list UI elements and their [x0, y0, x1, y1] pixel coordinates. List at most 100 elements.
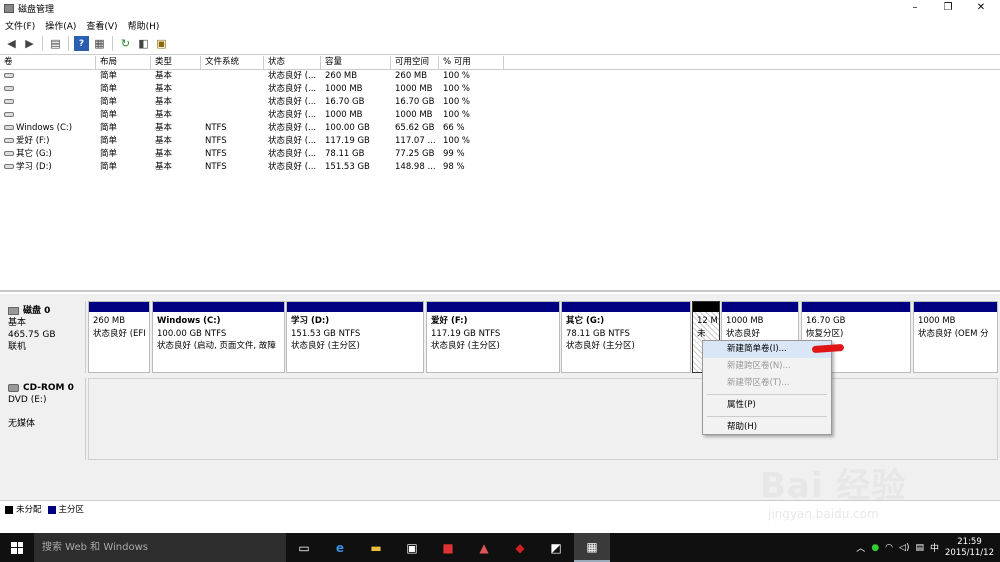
app-red-icon[interactable]: ■ — [430, 533, 466, 562]
column-filesystem[interactable]: 文件系统 — [201, 56, 264, 69]
partition-block[interactable]: 其它 (G:) 78.11 GB NTFS 状态良好 (主分区) — [561, 301, 691, 373]
table-row[interactable]: 简单 基本 状态良好 (... 16.70 GB 16.70 GB 100 % — [0, 96, 1000, 109]
photos-icon[interactable]: ◩ — [538, 533, 574, 562]
column-layout[interactable]: 布局 — [96, 56, 151, 69]
ime-indicator[interactable]: 中 — [930, 541, 939, 554]
cdrom-media-area[interactable] — [88, 378, 998, 460]
settings-icon[interactable]: ▣ — [154, 36, 169, 51]
table-cell: 简单 — [100, 136, 118, 146]
partition-block[interactable]: 1000 MB 状态良好 (OEM 分 — [913, 301, 998, 373]
disk-0-label[interactable]: 磁盘 0 基本 465.75 GB 联机 — [2, 301, 86, 373]
minimize-button[interactable]: – — [898, 0, 932, 17]
wifi-icon[interactable]: ◠ — [885, 543, 893, 553]
partition-size: 78.11 GB NTFS — [566, 328, 630, 339]
menu-file[interactable]: 文件(F) — [0, 19, 40, 32]
edge-icon[interactable]: e — [322, 533, 358, 562]
console-tree-icon[interactable]: ▤ — [48, 36, 63, 51]
table-row[interactable]: 其它 (G:) 简单 基本 NTFS 状态良好 (... 78.11 GB 77.25 GB… — [0, 148, 1000, 161]
table-cell: 98 % — [443, 162, 465, 172]
column-capacity[interactable]: 容量 — [321, 56, 391, 69]
cdrom-0-label[interactable]: CD-ROM 0 DVD (E:) 无媒体 — [2, 378, 86, 460]
column-status[interactable]: 状态 — [264, 56, 321, 69]
start-button[interactable] — [0, 533, 34, 562]
column-volume[interactable]: 卷 — [0, 56, 96, 69]
table-cell — [201, 96, 264, 109]
table-row[interactable]: 简单 基本 状态良好 (... 1000 MB 1000 MB 100 % — [0, 83, 1000, 96]
windows-logo-icon — [11, 541, 23, 554]
toolbar-divider — [42, 36, 43, 51]
refresh-icon[interactable]: ↻ — [118, 36, 133, 51]
partition-size: 117.19 GB NTFS — [431, 328, 501, 339]
hard-disk-icon — [8, 306, 19, 315]
notification-icon[interactable]: ▤ — [915, 543, 924, 553]
store-icon[interactable]: ▣ — [394, 533, 430, 562]
partition-size: 151.53 GB NTFS — [291, 328, 361, 339]
volume-icon — [4, 112, 14, 117]
volume-icon — [4, 99, 14, 104]
back-icon[interactable]: ◀ — [4, 36, 19, 51]
menu-action[interactable]: 操作(A) — [40, 19, 81, 32]
table-cell: 简单 — [100, 162, 118, 172]
clock[interactable]: 21:59 2015/11/12 — [945, 537, 994, 559]
table-row[interactable]: 简单 基本 状态良好 (... 260 MB 260 MB 100 % — [0, 70, 1000, 83]
app-pdf-icon[interactable]: ▲ — [466, 533, 502, 562]
table-cell: 100.00 GB — [325, 123, 370, 133]
partition-bar — [914, 302, 997, 312]
table-row[interactable]: 简单 基本 状态良好 (... 1000 MB 1000 MB 100 % — [0, 109, 1000, 122]
menu-view[interactable]: 查看(V) — [81, 19, 122, 32]
table-cell: 状态良好 (... — [268, 162, 317, 172]
menu-help[interactable]: 帮助(H) — [123, 19, 165, 32]
column-type[interactable]: 类型 — [151, 56, 201, 69]
maximize-button[interactable]: ❐ — [931, 0, 965, 17]
new-striped-volume-item[interactable]: 新建带区卷(T)... — [703, 375, 831, 392]
table-cell: Windows (C:) — [0, 122, 96, 135]
volume-icon[interactable]: ◁) — [899, 543, 909, 553]
table-cell — [201, 70, 264, 83]
table-cell: NTFS — [205, 162, 227, 172]
properties-item[interactable]: 属性(P) — [703, 397, 831, 414]
chevron-up-icon[interactable]: ︿ — [856, 541, 865, 554]
disk-management-task-icon[interactable]: ▦ — [574, 533, 610, 562]
table-row[interactable]: 学习 (D:) 简单 基本 NTFS 状态良好 (... 151.53 GB 148.98 … — [0, 161, 1000, 174]
table-cell: 1000 MB — [325, 84, 363, 94]
file-explorer-icon[interactable]: ▬ — [358, 533, 394, 562]
table-cell: 78.11 GB — [325, 149, 365, 159]
table-cell: 简单 — [100, 123, 118, 133]
mcafee-icon[interactable]: ◆ — [502, 533, 538, 562]
partition-bar — [562, 302, 690, 312]
partition-block[interactable]: 爱好 (F:) 117.19 GB NTFS 状态良好 (主分区) — [426, 301, 560, 373]
table-cell: 基本 — [155, 162, 173, 172]
table-cell: 66 % — [443, 123, 465, 133]
volume-icon — [4, 125, 14, 130]
table-cell: 简单 — [100, 71, 118, 81]
cdrom-name: CD-ROM 0 — [23, 383, 74, 393]
taskbar: 搜索 Web 和 Windows ▭ e ▬ ▣ ■ ▲ ◆ ◩ ▦ ︿ ● ◠… — [0, 533, 1000, 562]
table-cell: 学习 (D:) — [0, 161, 96, 174]
column-free-space[interactable]: 可用空间 — [391, 56, 439, 69]
task-view-icon[interactable]: ▭ — [286, 533, 322, 562]
table-cell: 100 % — [443, 97, 471, 107]
table-row[interactable]: Windows (C:) 简单 基本 NTFS 状态良好 (... 100.00 GB 65… — [0, 122, 1000, 135]
partition-bar — [427, 302, 559, 312]
volume-icon — [4, 164, 14, 169]
partition-block[interactable]: 260 MB 状态良好 (EFI — [88, 301, 150, 373]
network-app-icon[interactable]: ● — [871, 543, 879, 553]
close-button[interactable]: ✕ — [964, 0, 998, 17]
table-row[interactable]: 爱好 (F:) 简单 基本 NTFS 状态良好 (... 117.19 GB 117.07 … — [0, 135, 1000, 148]
new-spanned-volume-item[interactable]: 新建跨区卷(N)... — [703, 358, 831, 375]
help-icon[interactable]: ? — [74, 36, 89, 51]
forward-icon[interactable]: ▶ — [22, 36, 37, 51]
baidu-watermark: Bai 经验 jingyan.baidu.com — [760, 458, 960, 538]
partition-block[interactable]: 学习 (D:) 151.53 GB NTFS 状态良好 (主分区) — [286, 301, 424, 373]
column-percent-free[interactable]: % 可用 — [439, 56, 504, 69]
search-box[interactable]: 搜索 Web 和 Windows — [34, 533, 286, 562]
help-item[interactable]: 帮助(H) — [703, 419, 831, 436]
toolbar-divider — [112, 36, 113, 51]
partition-status: 未 — [697, 328, 706, 339]
table-cell — [201, 109, 264, 122]
rescan-icon[interactable]: ◧ — [136, 36, 151, 51]
properties-icon[interactable]: ▦ — [92, 36, 107, 51]
volume-icon — [4, 86, 14, 91]
table-cell: 爱好 (F:) — [0, 135, 96, 148]
partition-block[interactable]: Windows (C:) 100.00 GB NTFS 状态良好 (启动, 页面文件… — [152, 301, 285, 373]
